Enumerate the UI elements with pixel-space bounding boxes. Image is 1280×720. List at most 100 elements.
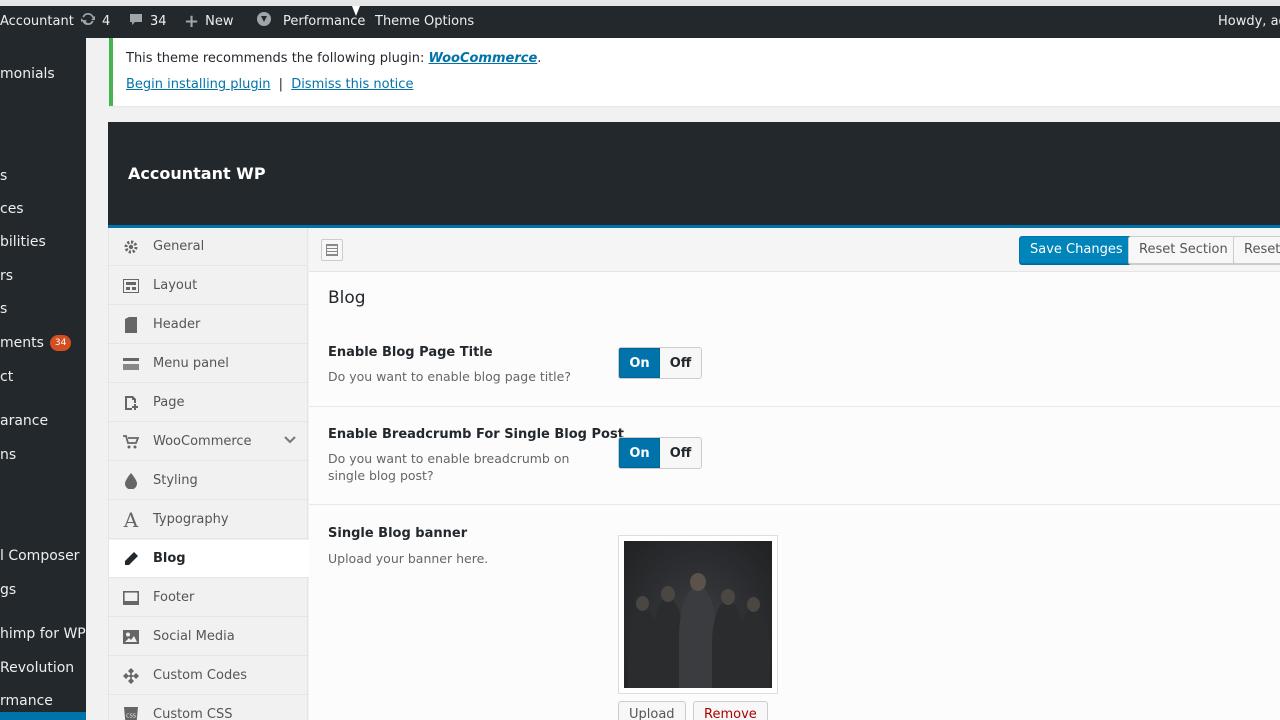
notice-separator: | — [278, 77, 284, 92]
blog-title-switch[interactable]: On Off — [618, 347, 702, 379]
admin-menu-item-slider-revolution[interactable]: Revolution — [0, 656, 74, 680]
typography-icon: A — [123, 507, 139, 532]
reset-all-button[interactable]: Reset A — [1233, 236, 1280, 264]
admin-menu-label: bilities — [0, 234, 46, 250]
sidebar-item-label: Blog — [153, 551, 186, 566]
admin-menu-item-settings[interactable]: gs — [0, 578, 16, 602]
expand-icon — [326, 244, 338, 256]
sidebar-item-social-media[interactable]: Social Media — [109, 618, 308, 656]
plugin-notice: This theme recommends the following plug… — [109, 38, 1280, 106]
footer-icon — [109, 590, 153, 605]
admin-menu-label: ments — [0, 335, 44, 351]
switch-on[interactable]: On — [619, 348, 660, 378]
begin-installing-link[interactable]: Begin installing plugin — [126, 77, 271, 92]
field-description: Upload your banner here. — [328, 551, 489, 566]
remove-button[interactable]: Remove — [693, 701, 768, 720]
field-description: Do you want to enable breadcrumb on sing… — [328, 451, 570, 483]
droplet-icon — [109, 472, 153, 489]
sidebar-item-label: Menu panel — [153, 356, 229, 371]
panel-title: Accountant WP — [128, 164, 266, 183]
section-title: Blog — [328, 288, 366, 308]
field-label: Enable Blog Page Title — [328, 345, 493, 360]
sidebar-item-label: Custom CSS — [153, 707, 233, 720]
sidebar-item-styling[interactable]: Styling — [109, 462, 308, 500]
admin-menu-item-mailchimp[interactable]: himp for WP — [0, 622, 86, 646]
upload-button[interactable]: Upload — [618, 701, 686, 720]
performance-link[interactable]: Performance — [255, 6, 365, 38]
admin-menu-item[interactable]: rs — [0, 264, 13, 288]
chevron-down-icon[interactable] — [284, 433, 296, 448]
admin-menu-label: s — [0, 301, 8, 317]
switch-off[interactable]: Off — [660, 438, 701, 468]
comments-badge: 34 — [49, 335, 72, 351]
sidebar-item-label: Social Media — [153, 629, 235, 644]
admin-menu-item-appearance[interactable]: arance — [0, 409, 48, 433]
page-icon — [109, 395, 153, 411]
new-label: New — [205, 14, 234, 29]
options-content: Save Changes Reset Section Reset A Blog … — [309, 228, 1280, 720]
switch-off[interactable]: Off — [660, 348, 701, 378]
sidebar-item-typography[interactable]: A Typography — [109, 501, 308, 539]
sidebar-item-custom-css[interactable]: CSS Custom CSS — [109, 696, 308, 720]
admin-menu-item-performance[interactable]: rmance — [0, 689, 53, 713]
admin-menu-item-comments[interactable]: ments 34 — [0, 331, 72, 355]
admin-menu-label: l Composer — [0, 548, 80, 564]
switch-on[interactable]: On — [619, 438, 660, 468]
person-shape — [738, 608, 770, 688]
admin-menu-item-plugins[interactable]: ns — [0, 443, 16, 467]
header-icon — [109, 316, 153, 333]
save-changes-button[interactable]: Save Changes — [1019, 236, 1134, 264]
admin-menu-item-testimonials[interactable]: monials — [0, 62, 55, 86]
admin-menu-current-indicator — [0, 712, 86, 720]
options-panel-header: Accountant WP — [108, 122, 1280, 228]
admin-menu-item[interactable]: s — [0, 164, 7, 188]
sidebar-item-layout[interactable]: Layout — [109, 267, 308, 305]
admin-menu-label: arance — [0, 413, 49, 429]
new-content-link[interactable]: + New — [184, 6, 233, 38]
admin-menu-item[interactable]: bilities — [0, 230, 46, 254]
updates-count: 4 — [102, 14, 111, 29]
admin-menu-label: rmance — [0, 693, 53, 709]
pencil-icon — [109, 551, 153, 567]
puzzle-icon — [109, 667, 153, 684]
sidebar-item-page[interactable]: Page — [109, 384, 308, 422]
sidebar-item-footer[interactable]: Footer — [109, 579, 308, 617]
gear-icon — [109, 239, 153, 255]
admin-menu-item-contact[interactable]: ct — [0, 365, 13, 389]
sidebar-item-blog[interactable]: Blog — [109, 540, 309, 578]
site-name-link[interactable]: Accountant — [0, 6, 74, 38]
theme-options-label: Theme Options — [375, 14, 475, 29]
expand-options-button[interactable] — [321, 239, 343, 261]
sidebar-item-label: Header — [153, 317, 201, 332]
banner-image — [624, 541, 772, 688]
sidebar-item-header[interactable]: Header — [109, 306, 308, 344]
admin-menu-label: s — [0, 168, 8, 184]
updates-link[interactable]: 4 — [80, 6, 110, 38]
breadcrumb-switch[interactable]: On Off — [618, 437, 702, 469]
admin-menu-label: ct — [0, 369, 14, 385]
field-label: Enable Breadcrumb For Single Blog Post — [328, 427, 624, 442]
sidebar-item-menu-panel[interactable]: Menu panel — [109, 345, 308, 383]
account-link[interactable]: Howdy, ad — [1218, 6, 1280, 38]
theme-options-link[interactable]: Theme Options — [375, 6, 474, 38]
sidebar-item-general[interactable]: General — [109, 228, 308, 266]
woocommerce-link[interactable]: WooCommerce — [428, 51, 537, 66]
person-head — [747, 597, 760, 612]
sidebar-item-label: Custom Codes — [153, 668, 247, 683]
admin-menu-item-visual-composer[interactable]: l Composer — [0, 544, 79, 568]
reset-section-button[interactable]: Reset Section — [1128, 236, 1239, 264]
comments-link[interactable]: 34 — [128, 6, 167, 38]
notice-message: This theme recommends the following plug… — [126, 51, 1280, 67]
sidebar-item-label: Layout — [153, 278, 198, 293]
sidebar-item-woocommerce[interactable]: WooCommerce — [109, 423, 308, 461]
admin-menu-item[interactable]: ces — [0, 197, 24, 221]
field-enable-blog-page-title: Enable Blog Page Title Do you want to en… — [309, 329, 1280, 407]
dismiss-notice-link[interactable]: Dismiss this notice — [291, 77, 413, 92]
field-enable-breadcrumb: Enable Breadcrumb For Single Blog Post D… — [309, 407, 1280, 505]
sidebar-item-label: Styling — [153, 473, 198, 488]
person-head — [721, 589, 735, 605]
sidebar-item-custom-codes[interactable]: Custom Codes — [109, 657, 308, 695]
site-name: Accountant — [0, 14, 74, 29]
admin-menu-item[interactable]: s — [0, 297, 7, 321]
comments-count: 34 — [150, 14, 167, 29]
